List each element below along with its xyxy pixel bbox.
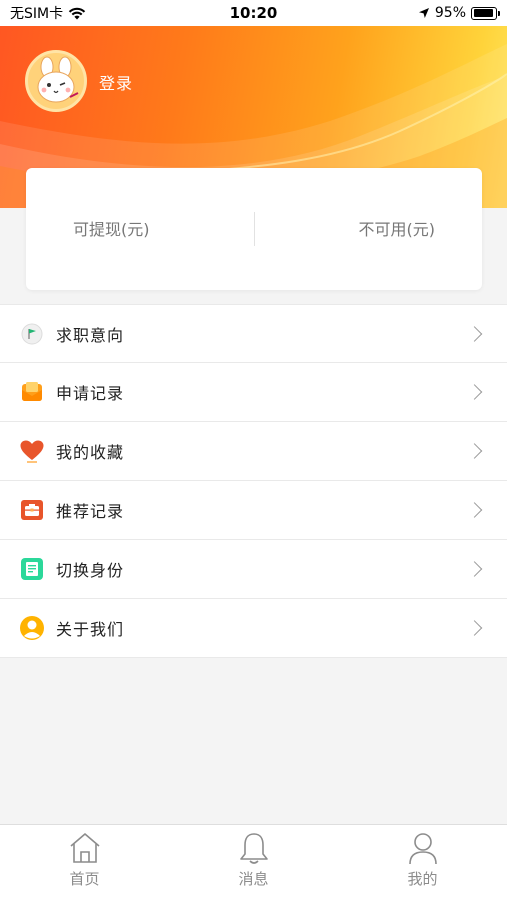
briefcase-icon <box>19 497 45 523</box>
menu-item-label: 推荐记录 <box>56 502 125 521</box>
tab-label: 我的 <box>407 870 438 888</box>
status-right: 95% <box>418 5 500 21</box>
carrier-text: 无SIM卡 <box>10 6 64 22</box>
heart-icon <box>19 438 45 464</box>
menu-item-application-records[interactable]: 申请记录 <box>0 363 507 422</box>
withdrawable-label[interactable]: 可提现(元) <box>73 216 150 240</box>
id-card-icon <box>19 556 45 582</box>
tab-home[interactable]: 首页 <box>0 825 169 900</box>
home-icon <box>69 833 100 863</box>
chevron-right-icon <box>466 443 483 459</box>
balance-card: 可提现(元) 不可用(元) <box>26 168 482 290</box>
menu-item-recommendation-records[interactable]: 推荐记录 <box>0 481 507 540</box>
menu-item-switch-identity[interactable]: 切换身份 <box>0 540 507 599</box>
battery-icon <box>471 6 500 20</box>
user-circle-icon <box>19 615 45 641</box>
chevron-right-icon <box>466 325 483 342</box>
login-link[interactable]: 登录 <box>99 70 133 94</box>
tab-label: 消息 <box>238 870 269 888</box>
battery-level <box>473 9 494 17</box>
menu-item-label: 关于我们 <box>56 620 125 639</box>
menu-item-job-intention[interactable]: 求职意向 <box>0 304 507 363</box>
location-arrow-icon <box>418 8 429 18</box>
balance-divider <box>254 212 255 246</box>
menu-item-label: 我的收藏 <box>56 443 125 462</box>
menu-item-label: 申请记录 <box>56 384 125 403</box>
bell-icon <box>239 833 268 864</box>
tab-label: 首页 <box>69 870 100 888</box>
person-icon <box>408 833 437 865</box>
bottom-tab-bar: 首页 消息 我的 <box>0 824 507 900</box>
chevron-right-icon <box>466 620 483 636</box>
unavailable-label[interactable]: 不可用(元) <box>359 216 436 240</box>
flag-icon <box>19 321 45 347</box>
menu-list: 求职意向 申请记录 我的收藏 推荐记录 切换身份 关于我们 <box>0 304 507 658</box>
avatar[interactable] <box>25 50 87 112</box>
status-left: 无SIM卡 <box>10 3 86 23</box>
menu-item-favorites[interactable]: 我的收藏 <box>0 422 507 481</box>
menu-item-label: 切换身份 <box>56 561 125 580</box>
envelope-icon <box>19 379 45 405</box>
tab-messages[interactable]: 消息 <box>169 825 338 900</box>
chevron-right-icon <box>466 384 483 400</box>
cartoon-rabbit-icon <box>37 56 79 103</box>
menu-item-about-us[interactable]: 关于我们 <box>0 599 507 658</box>
chevron-right-icon <box>466 561 483 577</box>
tab-mine[interactable]: 我的 <box>338 825 507 900</box>
chevron-right-icon <box>466 502 483 518</box>
wifi-icon <box>68 7 86 19</box>
battery-percent: 95% <box>434 5 466 21</box>
menu-item-label: 求职意向 <box>56 325 125 345</box>
status-bar: 无SIM卡 10:20 95% <box>0 0 507 26</box>
